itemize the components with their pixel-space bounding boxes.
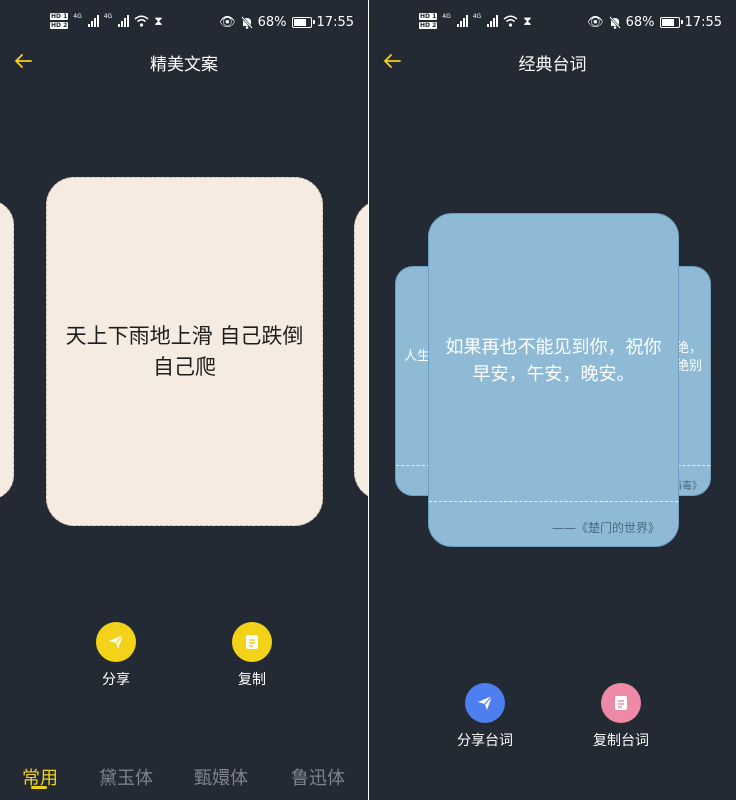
active-tab-indicator	[31, 786, 47, 789]
share-icon	[465, 683, 505, 723]
hd2-label-right: HD 2	[419, 22, 438, 29]
bell-off-icon	[240, 16, 253, 29]
app-header: 精美文案	[0, 46, 368, 76]
battery-icon	[659, 17, 683, 28]
page-title-right: 经典台词	[518, 55, 587, 75]
font-tab-zhenhuan[interactable]: 甄嬛体	[194, 764, 248, 790]
font-tab-luxun[interactable]: 鲁迅体	[291, 764, 345, 790]
bell-off-icon	[608, 16, 621, 29]
quote-source: ——《楚门的世界》	[551, 521, 660, 535]
net2-label: 4G	[103, 12, 113, 20]
net1-label-right: 4G	[442, 12, 451, 20]
battery-percent: 68%	[257, 15, 287, 30]
copy-icon	[232, 622, 272, 662]
share-button[interactable]: 分享	[71, 622, 161, 689]
status-bar-right: HD 1 HD 2 4G 4G ⧗ 👁 68% 17:55	[369, 0, 736, 46]
quote-card[interactable]: 如果再也不能见到你，祝你早安，午安，晚安。 ——《楚门的世界》	[428, 213, 679, 547]
hourglass-icon: ⧗	[523, 13, 532, 28]
net1-label: 4G	[73, 12, 82, 20]
font-tab-bar: 常用 黛玉体 甄嬛体 鲁迅体	[0, 756, 368, 800]
hd2-label: HD 2	[50, 22, 69, 29]
wifi-icon	[503, 15, 518, 27]
hd-icon: HD 1 HD 2	[50, 12, 69, 30]
status-bar: HD 1 HD 2 4G 4G ⧗ 👁 68% 17:55	[0, 0, 368, 46]
peek-left-text: 人生	[404, 349, 431, 364]
hd-icon-right: HD 1 HD 2	[419, 12, 438, 30]
clock-right: 17:55	[684, 15, 722, 30]
share-quote-button[interactable]: 分享台词	[440, 683, 530, 750]
right-screen: HD 1 HD 2 4G 4G ⧗ 👁 68% 17:55 经典台词 人生 绝，	[369, 0, 736, 800]
peek-right-text-1: 绝，	[675, 341, 702, 356]
card-previous[interactable]	[0, 200, 14, 500]
signal-icon-right	[456, 15, 468, 27]
signal-icon-right-2	[487, 15, 499, 27]
share-quote-label: 分享台词	[457, 733, 513, 749]
font-tab-daiyu[interactable]: 黛玉体	[99, 764, 153, 790]
status-left: HD 1 HD 2 4G 4G ⧗	[50, 12, 163, 30]
battery-percent-right: 68%	[625, 15, 655, 30]
copy-quote-label: 复制台词	[593, 733, 649, 749]
eye-icon: 👁	[587, 15, 604, 30]
copy-button[interactable]: 复制	[207, 622, 297, 689]
status-left-right: HD 1 HD 2 4G 4G ⧗	[419, 12, 532, 30]
hd1-label-right: HD 1	[419, 13, 438, 20]
hd1-label: HD 1	[50, 13, 69, 20]
copy-icon	[601, 683, 641, 723]
signal-icon	[87, 15, 99, 27]
signal-icon-2	[118, 15, 130, 27]
share-icon	[96, 622, 136, 662]
card-text: 天上下雨地上滑 自己跌倒自己爬	[65, 323, 304, 379]
quote-text: 如果再也不能见到你，祝你早安，午安，晚安。	[445, 337, 662, 385]
status-right: 👁 68% 17:55	[219, 15, 354, 30]
copy-quote-button[interactable]: 复制台词	[576, 683, 666, 750]
share-label: 分享	[102, 672, 130, 688]
text-card[interactable]: 天上下雨地上滑 自己跌倒自己爬	[46, 177, 323, 526]
status-right-right: 👁 68% 17:55	[587, 15, 722, 30]
page-title: 精美文案	[150, 55, 218, 75]
battery-icon	[291, 17, 315, 28]
clock: 17:55	[316, 15, 354, 30]
copy-label: 复制	[238, 672, 266, 688]
wifi-icon	[134, 15, 149, 27]
peek-right-text-2: 绝别	[675, 359, 702, 374]
hourglass-icon: ⧗	[154, 13, 163, 28]
net2-label-right: 4G	[472, 12, 482, 20]
card-next[interactable]	[354, 200, 368, 500]
card-divider	[429, 501, 678, 502]
app-header-right: 经典台词	[369, 46, 736, 76]
eye-icon: 👁	[219, 15, 236, 30]
left-screen: HD 1 HD 2 4G 4G ⧗ 👁 68% 17:55 精美文案 天上下雨地…	[0, 0, 368, 800]
